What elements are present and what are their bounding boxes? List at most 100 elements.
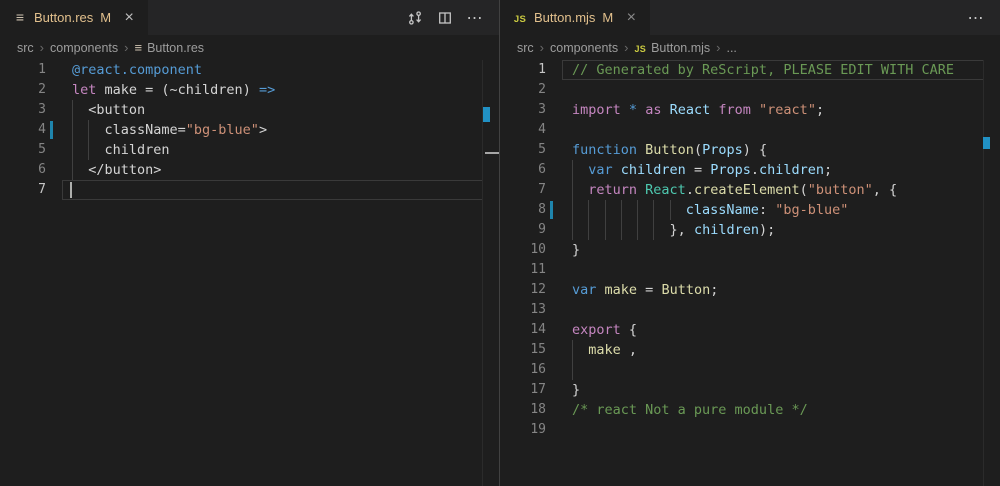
breadcrumb-item-file[interactable]: Button.res [147,41,204,55]
line-number[interactable]: 2 [0,80,62,100]
code-line[interactable]: 18/* react Not a pure module */ [500,400,1000,420]
line-number[interactable]: 3 [500,100,562,120]
code-editor-right[interactable]: 1 // Generated by ReScript, PLEASE EDIT W… [500,60,1000,486]
indent-guide [72,120,73,140]
line-number[interactable]: 11 [500,260,562,280]
line-number[interactable]: 5 [500,140,562,160]
line-number[interactable]: 14 [500,320,562,340]
code-line[interactable]: 2let make = (~children) => [0,80,499,100]
code-line-content: /* react Not a pure module */ [562,400,1000,420]
line-number[interactable]: 6 [500,160,562,180]
code-line[interactable]: 15make , [500,340,1000,360]
code-line[interactable]: 11 [500,260,1000,280]
code-token: className [686,202,759,218]
code-token: => [259,82,275,98]
line-number[interactable]: 6 [0,160,62,180]
tab-button-mjs[interactable]: JS Button.mjs M × [500,0,650,35]
breadcrumb-item-components[interactable]: components [50,41,118,55]
code-line-content: let make = (~children) => [62,80,499,100]
code-token: let [72,82,96,98]
line-number[interactable]: 17 [500,380,562,400]
code-editor-left[interactable]: 1@react.component2let make = (~children)… [0,60,499,486]
gutter-modified-indicator [50,121,53,139]
code-line[interactable]: 4 [500,120,1000,140]
line-number[interactable]: 7 [500,180,562,200]
code-line-content [62,180,499,200]
code-line[interactable]: 19 [500,420,1000,440]
code-token [637,102,645,118]
indent-guide [637,220,638,240]
indent-guide [88,120,89,140]
code-line[interactable]: 9}, children); [500,220,1000,240]
code-line[interactable]: 12var make = Button; [500,280,1000,300]
code-line[interactable]: 6</button> [0,160,499,180]
line-number[interactable]: 1 [0,60,62,80]
code-line[interactable]: 4className="bg-blue"> [0,120,499,140]
code-line[interactable]: 6var children = Props.children; [500,160,1000,180]
line-number[interactable]: 7 [0,180,62,200]
code-line[interactable]: 1@react.component [0,60,499,80]
code-line-content: }, children); [562,220,1000,240]
split-editor-icon[interactable] [436,9,454,27]
breadcrumb-item-src[interactable]: src [517,41,534,55]
code-line-content: <button [62,100,499,120]
breadcrumb-item-file[interactable]: Button.mjs [651,41,710,55]
code-line[interactable]: 7return React.createElement("button", { [500,180,1000,200]
javascript-file-icon: JS [634,41,646,55]
close-icon[interactable]: × [120,9,138,27]
code-line[interactable]: 10} [500,240,1000,260]
line-number[interactable]: 15 [500,340,562,360]
code-token: ( [800,182,808,198]
code-line[interactable]: 5children [0,140,499,160]
code-token [596,282,604,298]
open-changes-icon[interactable] [406,9,424,27]
code-line[interactable]: 3import * as React from "react"; [500,100,1000,120]
breadcrumb-item-src[interactable]: src [17,41,34,55]
code-line[interactable]: 2 [500,80,1000,100]
code-line-content [562,80,1000,100]
line-number[interactable]: 5 [0,140,62,160]
tab-button-res[interactable]: ≡ Button.res M × [0,0,148,35]
editor-group-right: JS Button.mjs M × ⋯ src › components › J… [500,0,1000,486]
code-token: "bg-blue" [186,122,259,138]
line-number[interactable]: 10 [500,240,562,260]
code-line[interactable]: 17} [500,380,1000,400]
code-token: // Generated by ReScript, PLEASE EDIT WI… [572,62,954,78]
indent-guide [605,220,606,240]
code-token: Props [710,162,751,178]
code-line[interactable]: 16 [500,360,1000,380]
code-line[interactable]: 1 // Generated by ReScript, PLEASE EDIT W… [500,60,1000,80]
line-number[interactable]: 9 [500,220,562,240]
code-line[interactable]: 7 [0,180,499,200]
close-icon[interactable]: × [622,9,640,27]
line-number[interactable]: 2 [500,80,562,100]
more-actions-icon[interactable]: ⋯ [466,9,484,27]
code-token: "bg-blue" [775,202,848,218]
code-line-content: </button> [62,160,499,180]
code-token: children [759,162,824,178]
line-number[interactable]: 13 [500,300,562,320]
more-actions-icon[interactable]: ⋯ [967,9,985,27]
code-token: React [645,182,686,198]
line-number[interactable]: 3 [0,100,62,120]
indent-guide [88,140,89,160]
line-number[interactable]: 19 [500,420,562,440]
line-number[interactable]: 1 [500,60,562,80]
indent-guide [572,200,573,220]
line-number[interactable]: 4 [500,120,562,140]
code-line[interactable]: 14export { [500,320,1000,340]
line-number[interactable]: 16 [500,360,562,380]
line-number[interactable]: 18 [500,400,562,420]
code-line[interactable]: 5function Button(Props) { [500,140,1000,160]
code-token: Props [702,142,743,158]
breadcrumb-item-symbol-path[interactable]: ... [726,41,736,55]
code-line[interactable]: 8className: "bg-blue" [500,200,1000,220]
code-line[interactable]: 13 [500,300,1000,320]
code-line-content [562,360,1000,380]
code-line-content: var children = Props.children; [562,160,1000,180]
code-line[interactable]: 3<button [0,100,499,120]
indent-guide [572,160,573,180]
scrollbar-track-border [482,60,483,486]
breadcrumb-item-components[interactable]: components [550,41,618,55]
line-number[interactable]: 12 [500,280,562,300]
